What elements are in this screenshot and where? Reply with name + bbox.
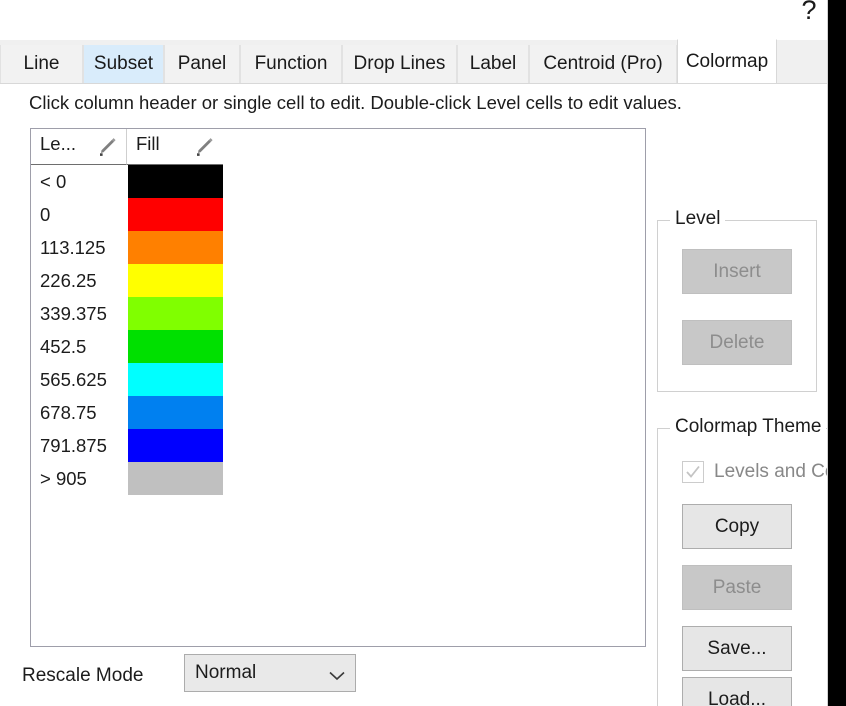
fill-color-swatch[interactable] bbox=[128, 297, 223, 330]
fill-color-swatch[interactable] bbox=[128, 429, 223, 462]
column-header-fill[interactable]: Fill bbox=[127, 129, 223, 165]
level-cell[interactable]: 452.5 bbox=[40, 330, 86, 363]
levels-and-colors-checkbox-label: Levels and Col bbox=[714, 461, 828, 482]
fill-color-swatch[interactable] bbox=[128, 231, 223, 264]
insert-button[interactable]: Insert bbox=[682, 249, 792, 294]
table-row[interactable]: 678.75 bbox=[31, 396, 645, 429]
level-cell[interactable]: 0 bbox=[40, 198, 50, 231]
level-group-box: Level Insert Delete bbox=[657, 208, 817, 392]
table-row[interactable]: 0 bbox=[31, 198, 645, 231]
level-group-title: Level bbox=[670, 208, 726, 230]
colormap-settings-dialog: ? Line Subset Panel Function Drop Lines Label… bbox=[0, 0, 828, 706]
table-row[interactable]: > 905 bbox=[31, 462, 645, 495]
level-cell[interactable]: 339.375 bbox=[40, 297, 107, 330]
save-button[interactable]: Save... bbox=[682, 626, 792, 671]
paste-button[interactable]: Paste bbox=[682, 565, 792, 610]
table-header-row: Le... Fill bbox=[31, 129, 645, 165]
level-cell[interactable]: < 0 bbox=[40, 165, 66, 198]
instruction-text: Click column header or single cell to ed… bbox=[29, 92, 682, 113]
level-cell[interactable]: 565.625 bbox=[40, 363, 107, 396]
help-icon[interactable]: ? bbox=[796, 0, 822, 27]
fill-color-swatch[interactable] bbox=[128, 165, 223, 198]
level-cell[interactable]: 226.25 bbox=[40, 264, 97, 297]
tab-panel[interactable]: Panel bbox=[164, 45, 240, 83]
rescale-mode-dropdown[interactable]: Normal bbox=[184, 654, 356, 692]
table-row[interactable]: 565.625 bbox=[31, 363, 645, 396]
tab-label[interactable]: Label bbox=[457, 45, 529, 83]
table-row[interactable]: 226.25 bbox=[31, 264, 645, 297]
fill-color-swatch[interactable] bbox=[128, 462, 223, 495]
chevron-down-icon[interactable] bbox=[329, 668, 345, 686]
column-header-level-label: Le... bbox=[40, 133, 76, 154]
dialog-titlebar: ? bbox=[0, 0, 827, 40]
table-row[interactable]: 339.375 bbox=[31, 297, 645, 330]
tab-strip: Line Subset Panel Function Drop Lines Label Ce… bbox=[0, 39, 827, 84]
tab-subset[interactable]: Subset bbox=[83, 45, 164, 83]
fill-color-swatch[interactable] bbox=[128, 330, 223, 363]
column-header-fill-label: Fill bbox=[136, 133, 160, 154]
table-row[interactable]: 113.125 bbox=[31, 231, 645, 264]
colormap-theme-group-box: Colormap Theme Levels and Col Copy Paste… bbox=[657, 416, 828, 706]
copy-button[interactable]: Copy bbox=[682, 504, 792, 549]
level-cell[interactable]: 678.75 bbox=[40, 396, 97, 429]
table-row[interactable]: 452.5 bbox=[31, 330, 645, 363]
level-cell[interactable]: > 905 bbox=[40, 462, 87, 495]
rescale-mode-label: Rescale Mode bbox=[22, 665, 144, 686]
level-cell[interactable]: 791.875 bbox=[40, 429, 107, 462]
delete-button[interactable]: Delete bbox=[682, 320, 792, 365]
tab-drop-lines[interactable]: Drop Lines bbox=[342, 45, 457, 83]
tab-centroid-pro[interactable]: Centroid (Pro) bbox=[529, 45, 677, 83]
fill-color-swatch[interactable] bbox=[128, 264, 223, 297]
pencil-edit-icon[interactable] bbox=[193, 136, 215, 158]
tab-line[interactable]: Line bbox=[0, 45, 83, 83]
load-button[interactable]: Load... bbox=[682, 677, 792, 706]
table-row[interactable]: 791.875 bbox=[31, 429, 645, 462]
check-mark-icon[interactable] bbox=[682, 461, 704, 483]
tab-function[interactable]: Function bbox=[240, 45, 342, 83]
table-row[interactable]: < 0 bbox=[31, 165, 645, 198]
level-cell[interactable]: 113.125 bbox=[40, 231, 106, 264]
colormap-theme-group-title: Colormap Theme bbox=[670, 416, 827, 438]
pencil-edit-icon[interactable] bbox=[96, 136, 118, 158]
tab-colormap[interactable]: Colormap bbox=[677, 39, 777, 83]
rescale-mode-value: Normal bbox=[195, 662, 257, 683]
colormap-level-table[interactable]: Le... Fill < 0 0 113.125 226.25 339.375 … bbox=[30, 128, 646, 647]
colormap-tab-page: Click column header or single cell to ed… bbox=[0, 84, 828, 706]
fill-color-swatch[interactable] bbox=[128, 363, 223, 396]
column-header-level[interactable]: Le... bbox=[31, 129, 127, 165]
fill-color-swatch[interactable] bbox=[128, 198, 223, 231]
fill-color-swatch[interactable] bbox=[128, 396, 223, 429]
